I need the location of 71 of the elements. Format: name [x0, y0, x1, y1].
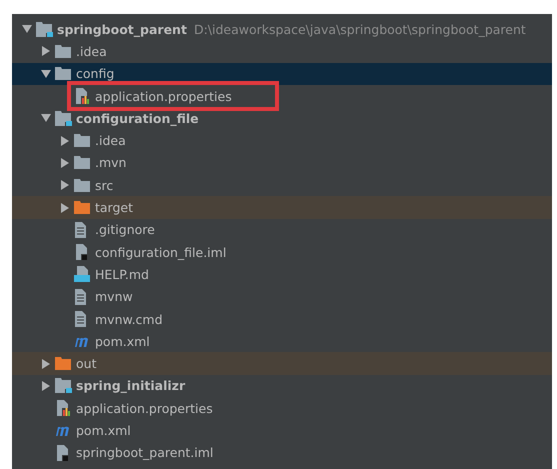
caret-right-icon[interactable]	[60, 202, 70, 213]
properties-file-icon	[74, 88, 89, 104]
caret-down-icon[interactable]	[41, 68, 51, 79]
markdown-file-icon	[74, 266, 90, 282]
node-label: spring_initializr	[76, 378, 186, 394]
module-file-icon	[55, 444, 69, 461]
caret-right-icon[interactable]	[41, 46, 51, 56]
caret-right-icon[interactable]	[41, 380, 51, 391]
tree-row[interactable]: src	[12, 174, 552, 196]
node-label: src	[95, 178, 114, 193]
node-label: target	[95, 200, 134, 216]
module-file-icon	[74, 244, 88, 260]
tree-row[interactable]: out	[12, 352, 552, 375]
folder-icon	[55, 44, 71, 58]
node-label: springboot_parent.iml	[76, 445, 214, 460]
tree-row[interactable]: pom.xml	[12, 419, 552, 442]
node-label: application.properties	[95, 88, 232, 104]
tree-row[interactable]: mvnw	[12, 286, 552, 308]
maven-m-icon	[74, 335, 91, 348]
node-label: pom.xml	[76, 422, 131, 438]
tree-row[interactable]: pom.xml	[12, 330, 552, 352]
caret-down-icon[interactable]	[41, 113, 51, 124]
tree-row[interactable]: application.properties	[12, 397, 552, 420]
folder-icon	[74, 178, 90, 192]
node-label: springboot_parent	[57, 22, 187, 37]
tree-row[interactable]: .gitignore	[12, 218, 552, 241]
text-file-icon	[74, 288, 87, 305]
node-label: pom.xml	[95, 334, 150, 349]
text-file-icon	[74, 222, 87, 238]
maven-m-icon	[55, 424, 72, 436]
node-label: .gitignore	[95, 222, 155, 238]
folder-icon	[74, 134, 90, 148]
node-path: D:\ideaworkspace\java\springboot\springboot_parent	[194, 22, 526, 37]
node-label: .mvn	[95, 155, 126, 170]
text-file-icon	[74, 311, 87, 327]
node-label: config	[76, 66, 114, 82]
tree-row[interactable]: config	[12, 62, 552, 85]
tree-row[interactable]: springboot_parent.iml	[12, 442, 552, 464]
tree-row[interactable]: spring_initializr	[12, 374, 552, 398]
tree-row[interactable]: target	[12, 196, 552, 219]
tree-row[interactable]: HELP.md	[12, 263, 552, 286]
tree-row[interactable]: .mvn	[12, 152, 552, 174]
folder-icon	[55, 357, 71, 370]
caret-right-icon[interactable]	[60, 180, 70, 190]
node-label: .idea	[76, 44, 107, 59]
node-label: .idea	[95, 133, 126, 148]
caret-right-icon[interactable]	[41, 358, 51, 369]
node-label: configuration_file	[76, 110, 199, 126]
node-label: HELP.md	[95, 266, 149, 282]
node-label: application.properties	[76, 400, 213, 416]
caret-right-icon[interactable]	[60, 136, 70, 146]
caret-down-icon[interactable]	[22, 24, 32, 34]
caret-right-icon[interactable]	[60, 158, 70, 168]
folder-icon	[55, 67, 71, 80]
module-folder-icon	[36, 22, 53, 37]
node-label: out	[76, 356, 96, 372]
properties-file-icon	[55, 400, 70, 416]
tree-row[interactable]: mvnw.cmd	[12, 308, 552, 330]
tree-row[interactable]: configuration_file.iml	[12, 240, 552, 264]
node-label: mvnw	[95, 289, 133, 304]
folder-icon	[74, 201, 90, 214]
node-label: mvnw.cmd	[95, 312, 163, 326]
tree-row[interactable]: .idea	[12, 40, 552, 63]
tree-row[interactable]: .idea	[12, 129, 552, 152]
tree-row[interactable]: configuration_file	[12, 107, 552, 130]
tree-row[interactable]: springboot_parent D:\ideaworkspace\java\springboot\springboot_parent	[12, 18, 552, 40]
tree-row[interactable]: application.properties	[12, 84, 552, 108]
module-folder-icon	[55, 110, 72, 126]
module-folder-icon	[55, 378, 72, 394]
folder-icon	[74, 156, 90, 170]
node-label: configuration_file.iml	[95, 244, 226, 260]
